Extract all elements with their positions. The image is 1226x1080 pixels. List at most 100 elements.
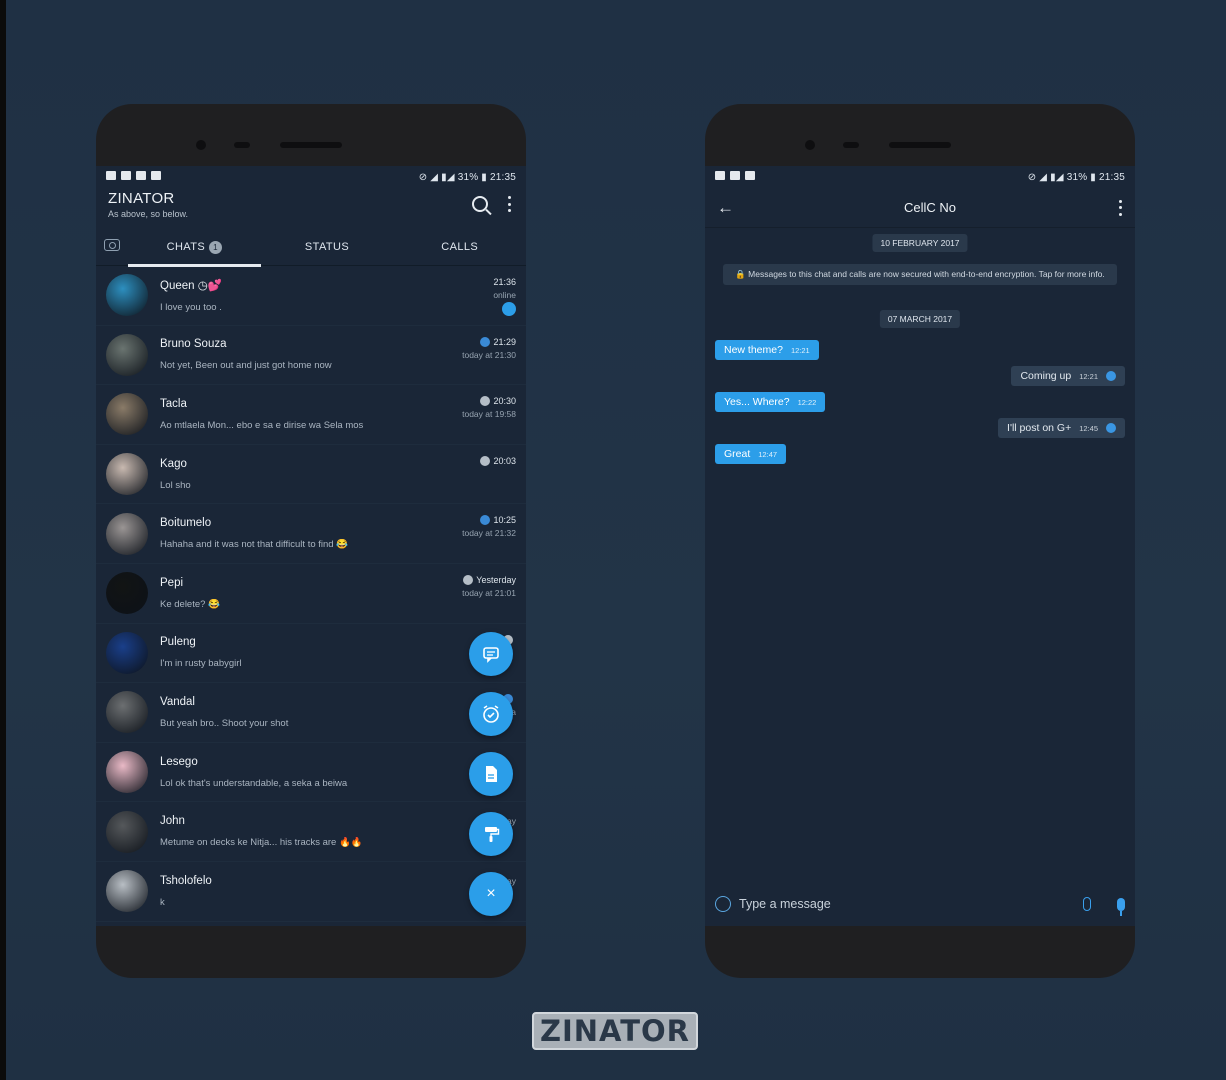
chat-time: 21:29 <box>493 336 516 347</box>
paint-roller-icon <box>485 827 500 842</box>
avatar[interactable] <box>106 691 148 734</box>
chat-row[interactable]: Puleng I'm in rusty babygirl <box>96 624 526 684</box>
message-time: 12:21 <box>790 345 810 355</box>
avatar[interactable] <box>106 870 148 913</box>
more-options-icon[interactable] <box>1119 199 1123 216</box>
document-fab[interactable] <box>469 752 513 796</box>
read-receipt-icon <box>1106 371 1116 381</box>
date-separator: 10 FEBRUARY 2017 <box>872 234 968 252</box>
camera-icon <box>104 239 120 251</box>
tab-status[interactable]: STATUS <box>261 228 394 266</box>
theme-fab[interactable] <box>469 812 513 856</box>
avatar[interactable] <box>106 751 148 794</box>
chat-last-message: Not yet, Been out and just got home now <box>160 360 332 372</box>
message-composer: Type a message <box>705 882 1135 926</box>
chat-subtext: today at 21:01 <box>462 587 516 598</box>
chat-name: Vandal <box>160 695 195 708</box>
chat-subtext: today at 21:32 <box>462 528 516 539</box>
more-options-icon[interactable] <box>508 196 512 212</box>
avatar[interactable] <box>106 512 148 555</box>
tab-camera[interactable] <box>96 239 128 254</box>
microphone-icon[interactable] <box>1117 897 1125 916</box>
conversation-screen: ⊘ ◢ ▮◢ 31% ▮ 21:35 ← CellC No 10 FEBRUAR… <box>705 166 1135 926</box>
chat-row[interactable]: Lesego Lol ok that's understandable, a s… <box>96 743 526 803</box>
message-text: Coming up <box>1020 370 1072 382</box>
chat-time: Yesterday <box>476 574 516 585</box>
message-time: 12:21 <box>1079 371 1098 381</box>
chat-row[interactable]: Bruno Souza Not yet, Been out and just g… <box>96 326 526 386</box>
front-camera <box>196 140 206 150</box>
emoji-icon[interactable] <box>715 896 731 912</box>
chat-row[interactable]: Kago Lol sho 20:03 <box>96 445 526 505</box>
chat-last-message: I'm in rusty babygirl <box>160 658 242 670</box>
chat-name: Puleng <box>160 636 196 649</box>
close-fab[interactable]: × <box>469 872 513 916</box>
message-time: 12:22 <box>797 397 817 407</box>
chat-last-message: Lol ok that's understandable, a seka a b… <box>160 777 348 789</box>
avatar[interactable] <box>106 333 148 376</box>
notification-icons <box>715 171 760 183</box>
message-time: 12:47 <box>758 449 778 459</box>
chat-list-screen: ⊘ ◢ ▮◢ 31% ▮ 21:35 ZINATOR As above, so … <box>96 166 526 926</box>
status-right: ⊘ ◢ ▮◢ 31% ▮ 21:35 <box>1027 171 1125 183</box>
message-time: 12:45 <box>1079 423 1098 433</box>
chat-last-message: But yeah bro.. Shoot your shot <box>160 717 289 729</box>
chat-row[interactable]: Pepi Ke delete? 😂 Yesterday today at 21:… <box>96 564 526 624</box>
chat-name: Tsholofelo <box>160 874 212 887</box>
encryption-notice[interactable]: 🔒 Messages to this chat and calls are no… <box>723 264 1117 286</box>
tab-chats[interactable]: CHATS 1 <box>128 228 261 267</box>
incoming-message[interactable]: Great 12:47 <box>715 444 787 464</box>
chat-name: Queen ◷💕 <box>160 279 223 292</box>
sensor <box>843 142 859 148</box>
avatar[interactable] <box>106 453 148 496</box>
chat-row[interactable]: John Metume on decks ke Nitja... his tra… <box>96 802 526 862</box>
conversation-header: ← CellC No <box>705 188 1135 228</box>
chat-row[interactable]: Tacla Ao mtlaela Mon... ebo e sa e diris… <box>96 385 526 445</box>
chat-row[interactable]: Tsholofelo k yesterday <box>96 862 526 922</box>
avatar[interactable] <box>106 572 148 615</box>
chat-name: Lesego <box>160 755 198 768</box>
back-arrow-icon[interactable]: ← <box>717 198 741 218</box>
search-icon[interactable] <box>472 196 488 212</box>
outgoing-message[interactable]: Coming up 12:21 <box>1011 366 1125 386</box>
unread-badge: 1 <box>209 240 223 254</box>
chat-row[interactable]: Vandal But yeah bro.. Shoot your shot to… <box>96 683 526 743</box>
avatar[interactable] <box>106 393 148 436</box>
tab-calls[interactable]: CALLS <box>393 228 526 266</box>
incoming-message[interactable]: Yes... Where? 12:22 <box>715 392 826 412</box>
chat-list: Queen ◷💕 I love you too . 21:36 online B… <box>96 266 526 922</box>
app-subtitle: As above, so below. <box>108 209 189 219</box>
sensor <box>234 142 250 148</box>
tab-chats-label: CHATS <box>166 240 206 253</box>
status-tick-icon <box>463 574 474 585</box>
tab-calls-label: CALLS <box>441 240 479 253</box>
chat-row[interactable]: Queen ◷💕 I love you too . 21:36 online <box>96 266 526 326</box>
outgoing-message[interactable]: I'll post on G+ 12:45 <box>998 418 1125 438</box>
message-input[interactable]: Type a message <box>739 897 1083 911</box>
alarm-icon <box>483 705 499 723</box>
chat-last-message: Ao mtlaela Mon... ebo e sa e dirise wa S… <box>160 419 364 431</box>
avatar[interactable] <box>106 631 148 674</box>
chat-last-message: Ke delete? 😂 <box>160 598 220 610</box>
message-text: Yes... Where? <box>724 396 790 408</box>
message-text: New theme? <box>724 344 783 356</box>
attach-icon[interactable] <box>1083 897 1091 911</box>
front-camera <box>805 140 815 150</box>
status-tick-icon <box>480 455 491 466</box>
chat-last-message: Metume on decks ke Nitja... his tracks a… <box>160 837 363 849</box>
message-area: 10 FEBRUARY 2017 🔒 Messages to this chat… <box>705 228 1135 868</box>
incoming-message[interactable]: New theme? 12:21 <box>715 340 819 360</box>
avatar[interactable] <box>106 274 148 317</box>
chat-row[interactable]: Boitumelo Hahaha and it was not that dif… <box>96 504 526 564</box>
contact-name[interactable]: CellC No <box>741 200 1119 215</box>
reminder-fab[interactable] <box>469 692 513 736</box>
avatar[interactable] <box>106 810 148 853</box>
brand-logo: ZINATOR <box>532 1012 698 1050</box>
chat-name: John <box>160 815 185 828</box>
message-text: I'll post on G+ <box>1007 422 1072 434</box>
status-bar: ⊘ ◢ ▮◢ 31% ▮ 21:35 <box>705 166 1135 188</box>
chat-last-message: I love you too . <box>160 301 222 313</box>
new-chat-fab[interactable] <box>469 632 513 676</box>
date-separator: 07 MARCH 2017 <box>879 310 961 328</box>
status-right: ⊘ ◢ ▮◢ 31% ▮ 21:35 <box>418 171 516 183</box>
